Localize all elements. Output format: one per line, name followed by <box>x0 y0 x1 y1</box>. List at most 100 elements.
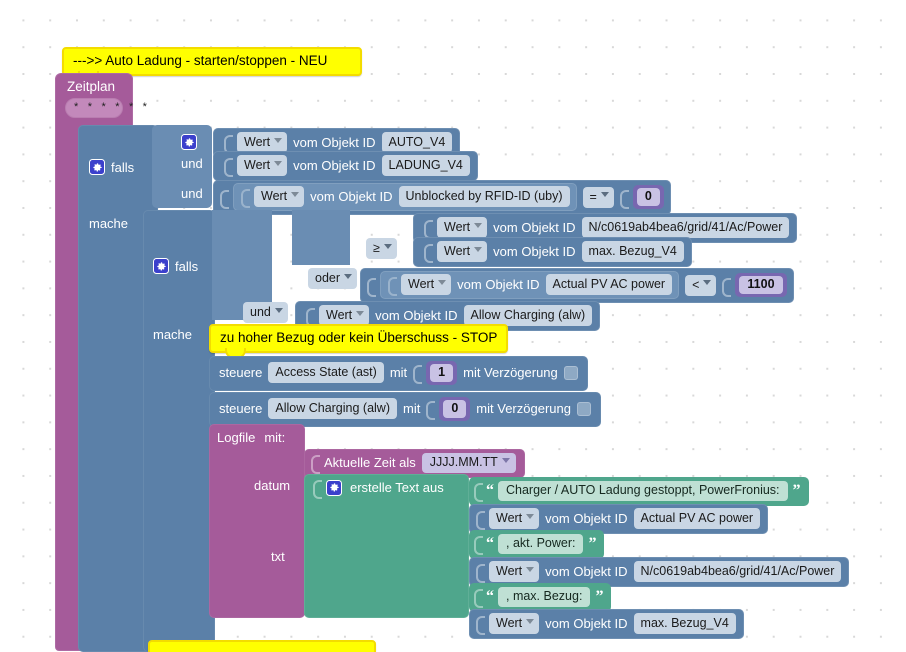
label-mit: mit <box>403 401 421 417</box>
field-text[interactable]: Charger / AUTO Ladung gestoppt, PowerFro… <box>498 481 788 501</box>
inner-if-header[interactable]: falls <box>153 258 198 274</box>
gear-icon[interactable] <box>181 134 197 150</box>
input-notch <box>367 277 376 297</box>
dropdown-date-format[interactable]: JJJJ.MM.TT <box>421 453 516 473</box>
field-number[interactable]: 1100 <box>739 276 783 294</box>
statement-steuere-allow-charging[interactable]: steuere Allow Charging (alw) mit 0 mit V… <box>209 392 601 427</box>
dropdown-wert[interactable]: Wert <box>489 508 540 530</box>
text-part-string-0[interactable]: “ Charger / AUTO Ladung gestoppt, PowerF… <box>469 477 809 506</box>
label-vom-objekt-id: vom Objekt ID <box>493 244 576 260</box>
comment-top-text: --->> Auto Ladung - starten/stoppen - NE… <box>73 53 328 68</box>
label-vom-objekt-id: vom Objekt ID <box>457 277 540 293</box>
comparison-block-pv[interactable]: Wert vom Objekt ID Actual PV AC power < … <box>360 268 794 304</box>
input-notch <box>220 189 229 209</box>
condition-join-1 <box>181 134 197 150</box>
input-notch <box>224 157 233 178</box>
gear-icon[interactable] <box>89 159 105 175</box>
input-notch <box>476 563 485 584</box>
quote-open-icon: “ <box>486 535 494 553</box>
delay-input-socket[interactable] <box>563 365 578 380</box>
dropdown-wert[interactable]: Wert <box>437 241 488 263</box>
field-target-object[interactable]: Access State (ast) <box>268 362 384 384</box>
input-notch <box>306 307 315 328</box>
label-vom-objekt-id: vom Objekt ID <box>293 158 376 174</box>
statement-steuere-access-state[interactable]: steuere Access State (ast) mit 1 mit Ver… <box>209 356 588 391</box>
field-object-id[interactable]: N/c0619ab4bea6/grid/41/Ac/Power <box>581 217 790 239</box>
number-block-value[interactable]: 0 <box>439 397 471 421</box>
field-object-id[interactable]: LADUNG_V4 <box>381 155 470 177</box>
value-block-uby[interactable]: Wert vom Objekt ID Unblocked by RFID-ID … <box>233 183 577 212</box>
chevron-down-icon <box>526 566 535 572</box>
field-object-id[interactable]: max. Bezug_V4 <box>633 613 736 635</box>
label-vom-objekt-id: vom Objekt ID <box>493 220 576 236</box>
comparison-block-uby[interactable]: Wert vom Objekt ID Unblocked by RFID-ID … <box>213 180 671 216</box>
dropdown-wert[interactable]: Wert <box>401 274 452 296</box>
field-number[interactable]: 0 <box>636 188 660 206</box>
label-aktuelle-zeit-als: Aktuelle Zeit als <box>324 455 416 471</box>
comparison-group-bezug[interactable] <box>292 210 350 265</box>
input-notch <box>476 510 485 531</box>
dropdown-operator-and[interactable]: und <box>243 302 288 324</box>
dropdown-operator-geq[interactable]: ≥ <box>366 238 397 260</box>
chevron-down-icon <box>526 513 535 519</box>
gear-icon[interactable] <box>326 479 342 496</box>
dropdown-wert[interactable]: Wert <box>489 561 540 583</box>
field-text[interactable]: , akt. Power: <box>498 534 584 554</box>
logfile-block[interactable]: Logfile mit: datum txt <box>209 424 305 618</box>
dropdown-wert[interactable]: Wert <box>489 613 540 635</box>
inner-if-do-label: mache <box>153 327 193 342</box>
comment-body[interactable]: zu hoher Bezug oder kein Überschuss - ST… <box>209 324 509 358</box>
label-mit-verzoegerung: mit Verzögerung <box>463 365 558 381</box>
operator-geq-wrap: ≥ <box>366 238 397 260</box>
input-notch <box>224 134 233 155</box>
text-part-value-5[interactable]: Wert vom Objekt ID max. Bezug_V4 <box>469 609 744 640</box>
number-block-1100[interactable]: 1100 <box>735 273 787 297</box>
value-block-max-bezug[interactable]: Wert vom Objekt ID max. Bezug_V4 <box>413 237 692 268</box>
quote-close-icon: ” <box>588 535 596 553</box>
condition-join-2: und <box>181 156 203 171</box>
dropdown-wert[interactable]: Wert <box>237 155 288 177</box>
value-block-ladung-v4[interactable]: Wert vom Objekt ID LADUNG_V4 <box>213 151 478 182</box>
field-target-object[interactable]: Allow Charging (alw) <box>268 398 397 420</box>
input-notch <box>476 615 485 636</box>
field-object-id[interactable]: Unblocked by RFID-ID (uby) <box>398 186 570 208</box>
quote-close-icon: ” <box>595 588 603 606</box>
steuere-keyword: steuere <box>219 365 263 381</box>
gear-icon[interactable] <box>153 258 169 274</box>
number-block-value[interactable]: 1 <box>426 361 458 385</box>
condition-join-3: und <box>181 186 203 201</box>
comment-top[interactable]: --->> Auto Ladung - starten/stoppen - NE… <box>62 47 362 81</box>
text-part-string-4[interactable]: “ , max. Bezug: ” <box>469 583 612 612</box>
field-object-id[interactable]: Actual PV AC power <box>545 274 673 296</box>
comment-bottom[interactable] <box>148 640 376 652</box>
field-number[interactable]: 1 <box>430 364 454 382</box>
value-block-pv-power[interactable]: Wert vom Objekt ID Actual PV AC power <box>380 271 680 300</box>
field-object-id[interactable]: max. Bezug_V4 <box>581 241 684 263</box>
inner-if-block[interactable] <box>143 210 215 652</box>
field-object-id[interactable]: Actual PV AC power <box>633 508 761 530</box>
dropdown-wert[interactable]: Wert <box>254 186 305 208</box>
field-number[interactable]: 0 <box>443 400 467 418</box>
input-notch <box>722 277 732 297</box>
input-notch <box>426 400 436 421</box>
field-text[interactable]: , max. Bezug: <box>498 587 591 607</box>
delay-input-socket[interactable] <box>576 401 591 416</box>
dropdown-operator-lt[interactable]: < <box>685 274 717 296</box>
label-vom-objekt-id: vom Objekt ID <box>545 511 628 527</box>
outer-if-do-label: mache <box>89 216 129 231</box>
label-vom-objekt-id: vom Objekt ID <box>293 135 376 151</box>
schedule-cron-field[interactable]: * * * * * * <box>65 97 147 118</box>
outer-if-header[interactable]: falls <box>89 159 134 175</box>
number-block-zero[interactable]: 0 <box>632 185 664 209</box>
create-text-header[interactable]: erstelle Text aus <box>313 479 444 499</box>
chevron-down-icon <box>600 192 609 198</box>
quote-open-icon: “ <box>486 588 494 606</box>
blockly-workspace[interactable]: --->> Auto Ladung - starten/stoppen - NE… <box>0 0 906 652</box>
label-mit: mit <box>389 365 408 381</box>
field-object-id[interactable]: N/c0619ab4bea6/grid/41/Ac/Power <box>633 561 842 583</box>
dropdown-wert[interactable]: Wert <box>437 217 488 239</box>
text-part-string-2[interactable]: “ , akt. Power: ” <box>469 530 605 559</box>
dropdown-operator-or[interactable]: oder <box>308 268 358 290</box>
dropdown-operator-equals[interactable]: = <box>582 186 614 208</box>
outer-if-keyword: falls <box>111 159 135 175</box>
